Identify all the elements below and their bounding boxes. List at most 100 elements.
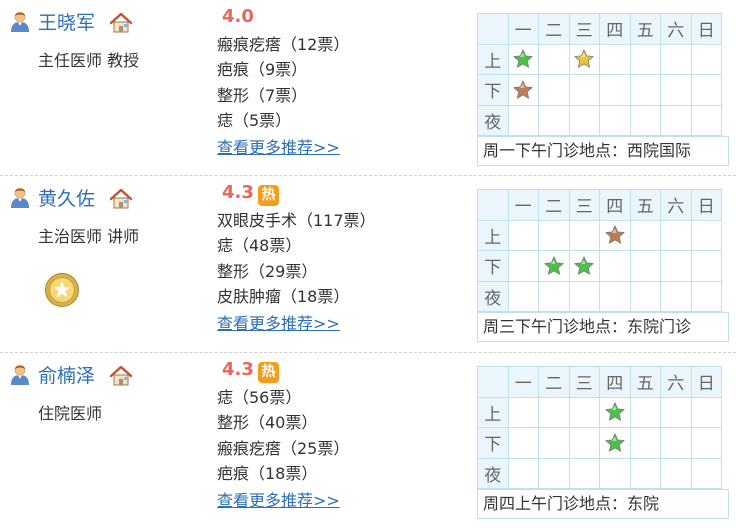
- hot-badge: 热: [258, 362, 279, 383]
- doctor-row: 黄久佐 主治医师 讲师 4.3 热双眼皮手术（117票） 痣（48票） 整形（29票） 皮肤…: [0, 176, 736, 352]
- doctor-name-link[interactable]: 王晓军: [38, 8, 95, 35]
- schedule-cell: [629, 280, 661, 312]
- schedule-cell: [568, 104, 600, 136]
- clinic-schedule-table: 一二三四五六日上下夜: [477, 366, 722, 489]
- weekday-header: 一: [507, 366, 539, 398]
- schedule-cell: [660, 280, 692, 312]
- disease-vote-list: 痣（56票） 整形（40票） 瘢痕疙瘩（25票） 疤痕（18票）: [217, 385, 349, 486]
- schedule-cell: [599, 74, 631, 106]
- star-icon: [605, 402, 625, 421]
- weekday-header: 五: [629, 366, 661, 398]
- more-recommend-link[interactable]: 查看更多推荐>>: [217, 487, 340, 511]
- disease-vote-item: 瘢痕疙瘩（25票）: [217, 438, 350, 458]
- clinic-location: 周一下午门诊地点：西院国际: [477, 136, 729, 166]
- schedule-cell: [507, 280, 539, 312]
- schedule-cell: [690, 43, 722, 75]
- doctor-title: 住院医师: [38, 404, 103, 423]
- weekday-header: 三: [568, 366, 600, 398]
- schedule-cell: [690, 219, 722, 251]
- schedule-cell: [507, 219, 539, 251]
- schedule-cell: [629, 74, 661, 106]
- schedule-cell: [568, 74, 600, 106]
- doctor-title: 主任医师 教授: [38, 51, 140, 70]
- disease-vote-list: 瘢痕疙瘩（12票） 疤痕（9票） 整形（7票） 痣（5票）: [217, 32, 349, 133]
- star-icon: [513, 80, 533, 99]
- schedule-cell: [568, 457, 600, 489]
- period-label: 下: [477, 74, 509, 106]
- doctor-homepage-icon[interactable]: [110, 366, 132, 386]
- star-icon: [605, 225, 625, 244]
- star-icon: [605, 433, 625, 452]
- schedule-cell: [538, 396, 570, 428]
- weekday-header: 六: [660, 189, 692, 221]
- schedule-cell: [660, 396, 692, 428]
- disease-vote-item: 疤痕（9票）: [217, 60, 308, 80]
- disease-vote-item: 整形（40票）: [217, 413, 318, 433]
- weekday-header: 日: [690, 366, 722, 398]
- schedule-cell[interactable]: [507, 74, 539, 106]
- disease-vote-list: 双眼皮手术（117票） 痣（48票） 整形（29票） 皮肤肿瘤（18票）: [217, 208, 376, 309]
- schedule-cell: [507, 250, 539, 282]
- schedule-corner-cell: [477, 366, 509, 398]
- clinic-location: 周三下午门诊地点：东院门诊: [477, 312, 729, 342]
- schedule-cell: [538, 280, 570, 312]
- schedule-cell: [629, 457, 661, 489]
- schedule-cell: [507, 396, 539, 428]
- disease-vote-item: 整形（29票）: [217, 261, 318, 281]
- weekday-header: 六: [660, 366, 692, 398]
- more-recommend-link[interactable]: 查看更多推荐>>: [217, 310, 340, 334]
- row-divider: [0, 352, 736, 353]
- period-label: 夜: [477, 280, 509, 312]
- schedule-cell: [568, 427, 600, 459]
- star-icon: [544, 256, 564, 275]
- period-label: 夜: [477, 457, 509, 489]
- schedule-cell[interactable]: [507, 43, 539, 75]
- disease-vote-item: 痣（56票）: [217, 388, 302, 407]
- disease-vote-item: 痣（5票）: [217, 110, 292, 130]
- doctor-score: 4.3: [222, 182, 254, 203]
- doctor-row: 王晓军 主任医师 教授 4.0 瘢痕疙瘩（12票） 疤痕（9票） 整形（7票） 痣（5票） 查…: [0, 0, 736, 176]
- star-icon: [574, 49, 594, 68]
- clinic-schedule-table: 一二三四五六日上下夜: [477, 189, 722, 312]
- schedule-cell: [599, 43, 631, 75]
- weekday-header: 三: [568, 189, 600, 221]
- doctor-row: 俞楠泽 住院医师 4.3 热痣（56票） 整形（40票） 瘢痕疙瘩（25票） 疤痕（18票）…: [0, 353, 736, 529]
- doctor-person-icon: [11, 187, 29, 208]
- schedule-cell: [660, 219, 692, 251]
- schedule-cell: [690, 250, 722, 282]
- schedule-cell: [538, 219, 570, 251]
- schedule-cell: [568, 219, 600, 251]
- schedule-cell[interactable]: [599, 219, 631, 251]
- schedule-cell[interactable]: [568, 43, 600, 75]
- schedule-cell: [690, 457, 722, 489]
- schedule-cell: [660, 250, 692, 282]
- disease-vote-item: 整形（7票）: [217, 85, 308, 105]
- period-label: 下: [477, 250, 509, 282]
- doctor-homepage-icon[interactable]: [110, 13, 132, 33]
- schedule-cell[interactable]: [568, 250, 600, 282]
- schedule-cell: [629, 396, 661, 428]
- more-recommend-link[interactable]: 查看更多推荐>>: [217, 134, 340, 158]
- schedule-cell: [568, 280, 600, 312]
- schedule-cell: [599, 250, 631, 282]
- schedule-cell: [629, 427, 661, 459]
- schedule-cell: [660, 457, 692, 489]
- schedule-cell: [660, 74, 692, 106]
- schedule-cell[interactable]: [538, 250, 570, 282]
- doctor-name-link[interactable]: 黄久佐: [38, 184, 95, 211]
- weekday-header: 二: [538, 189, 570, 221]
- schedule-corner-cell: [477, 189, 509, 221]
- doctor-homepage-icon[interactable]: [110, 189, 132, 209]
- schedule-cell: [538, 457, 570, 489]
- weekday-header: 日: [690, 189, 722, 221]
- schedule-cell: [629, 43, 661, 75]
- schedule-cell: [629, 219, 661, 251]
- doctor-score: 4.0: [222, 6, 254, 27]
- doctor-person-icon: [11, 11, 29, 32]
- clinic-location: 周四上午门诊地点：东院: [477, 489, 729, 519]
- hot-badge: 热: [258, 185, 279, 206]
- doctor-name-link[interactable]: 俞楠泽: [38, 361, 95, 388]
- schedule-cell[interactable]: [599, 396, 631, 428]
- schedule-cell: [507, 457, 539, 489]
- schedule-cell[interactable]: [599, 427, 631, 459]
